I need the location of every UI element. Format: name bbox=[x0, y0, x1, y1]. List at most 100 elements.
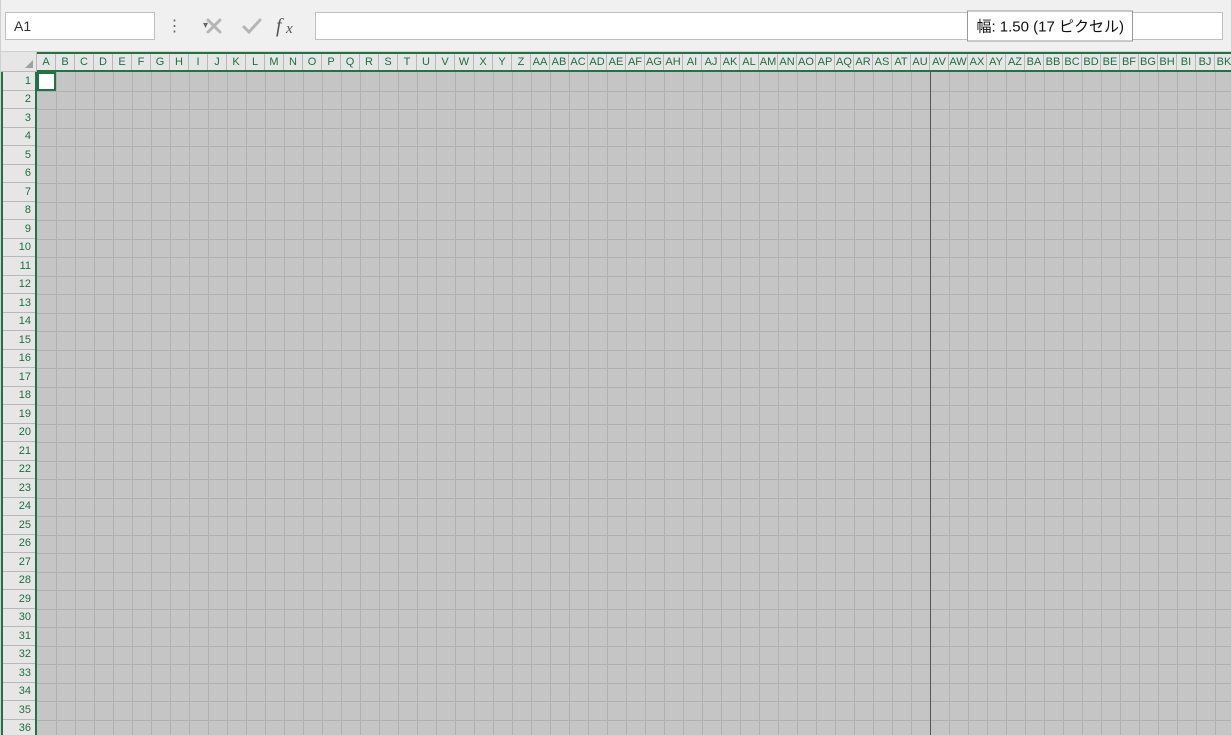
column-header[interactable]: P bbox=[322, 54, 341, 70]
row-header[interactable]: 33 bbox=[3, 664, 35, 683]
column-header[interactable]: I bbox=[189, 54, 208, 70]
column-header[interactable]: AO bbox=[797, 54, 816, 70]
column-header[interactable]: W bbox=[455, 54, 474, 70]
select-all-corner[interactable] bbox=[1, 52, 37, 72]
column-header[interactable]: T bbox=[398, 54, 417, 70]
row-header[interactable]: 5 bbox=[3, 146, 35, 165]
row-header[interactable]: 9 bbox=[3, 220, 35, 239]
row-header[interactable]: 22 bbox=[3, 461, 35, 480]
active-cell[interactable] bbox=[37, 72, 56, 91]
fx-icon[interactable]: f x bbox=[273, 12, 307, 40]
column-header[interactable]: AX bbox=[968, 54, 987, 70]
row-header[interactable]: 8 bbox=[3, 202, 35, 221]
column-header[interactable]: BJ bbox=[1196, 54, 1215, 70]
row-header[interactable]: 6 bbox=[3, 165, 35, 184]
column-header[interactable]: AD bbox=[588, 54, 607, 70]
column-header[interactable]: B bbox=[56, 54, 75, 70]
column-header[interactable]: E bbox=[113, 54, 132, 70]
column-header[interactable]: BG bbox=[1139, 54, 1158, 70]
column-header[interactable]: K bbox=[227, 54, 246, 70]
column-header[interactable]: AJ bbox=[702, 54, 721, 70]
row-header[interactable]: 20 bbox=[3, 424, 35, 443]
row-header[interactable]: 26 bbox=[3, 535, 35, 554]
column-header[interactable]: AA bbox=[531, 54, 550, 70]
column-header[interactable]: BC bbox=[1063, 54, 1082, 70]
row-header[interactable]: 16 bbox=[3, 350, 35, 369]
more-icon[interactable]: ⋮ bbox=[161, 12, 189, 40]
column-header[interactable]: A bbox=[37, 54, 56, 70]
row-header[interactable]: 2 bbox=[3, 91, 35, 110]
row-header[interactable]: 31 bbox=[3, 627, 35, 646]
column-header[interactable]: AY bbox=[987, 54, 1006, 70]
row-header[interactable]: 35 bbox=[3, 701, 35, 720]
row-header[interactable]: 18 bbox=[3, 387, 35, 406]
column-header[interactable]: AZ bbox=[1006, 54, 1025, 70]
column-header[interactable]: S bbox=[379, 54, 398, 70]
column-header[interactable]: AW bbox=[949, 54, 968, 70]
column-header[interactable]: BK bbox=[1215, 54, 1231, 70]
column-header[interactable]: V bbox=[436, 54, 455, 70]
row-header[interactable]: 19 bbox=[3, 405, 35, 424]
row-header[interactable]: 34 bbox=[3, 683, 35, 702]
row-header[interactable]: 28 bbox=[3, 572, 35, 591]
column-header[interactable]: AV bbox=[930, 54, 949, 70]
column-header[interactable]: AU bbox=[911, 54, 930, 70]
row-header[interactable]: 30 bbox=[3, 609, 35, 628]
row-header[interactable]: 27 bbox=[3, 553, 35, 572]
column-header[interactable]: L bbox=[246, 54, 265, 70]
column-header[interactable]: BD bbox=[1082, 54, 1101, 70]
row-header[interactable]: 13 bbox=[3, 294, 35, 313]
row-header[interactable]: 11 bbox=[3, 257, 35, 276]
row-header[interactable]: 25 bbox=[3, 516, 35, 535]
row-header[interactable]: 3 bbox=[3, 109, 35, 128]
cell-grid[interactable] bbox=[37, 72, 1231, 735]
row-header[interactable]: 23 bbox=[3, 479, 35, 498]
column-headers[interactable]: ABCDEFGHIJKLMNOPQRSTUVWXYZAAABACADAEAFAG… bbox=[37, 52, 1231, 72]
column-header[interactable]: X bbox=[474, 54, 493, 70]
column-header[interactable]: G bbox=[151, 54, 170, 70]
column-header[interactable]: AT bbox=[892, 54, 911, 70]
row-header[interactable]: 14 bbox=[3, 313, 35, 332]
column-header[interactable]: BB bbox=[1044, 54, 1063, 70]
column-header[interactable]: AI bbox=[683, 54, 702, 70]
column-header[interactable]: BA bbox=[1025, 54, 1044, 70]
column-header[interactable]: H bbox=[170, 54, 189, 70]
column-header[interactable]: AN bbox=[778, 54, 797, 70]
row-header[interactable]: 24 bbox=[3, 498, 35, 517]
row-header[interactable]: 10 bbox=[3, 239, 35, 258]
column-header[interactable]: BH bbox=[1158, 54, 1177, 70]
column-header[interactable]: M bbox=[265, 54, 284, 70]
column-header[interactable]: AM bbox=[759, 54, 778, 70]
column-header[interactable]: AL bbox=[740, 54, 759, 70]
column-header[interactable]: F bbox=[132, 54, 151, 70]
column-header[interactable]: Y bbox=[493, 54, 512, 70]
column-header[interactable]: N bbox=[284, 54, 303, 70]
column-header[interactable]: AH bbox=[664, 54, 683, 70]
column-header[interactable]: AB bbox=[550, 54, 569, 70]
row-header[interactable]: 36 bbox=[3, 720, 35, 736]
column-header[interactable]: C bbox=[75, 54, 94, 70]
row-header[interactable]: 4 bbox=[3, 128, 35, 147]
column-header[interactable]: BF bbox=[1120, 54, 1139, 70]
row-header[interactable]: 12 bbox=[3, 276, 35, 295]
row-header[interactable]: 29 bbox=[3, 590, 35, 609]
column-header[interactable]: AP bbox=[816, 54, 835, 70]
column-header[interactable]: D bbox=[94, 54, 113, 70]
row-header[interactable]: 15 bbox=[3, 331, 35, 350]
column-header[interactable]: AF bbox=[626, 54, 645, 70]
column-header[interactable]: AQ bbox=[835, 54, 854, 70]
spreadsheet-grid[interactable]: ABCDEFGHIJKLMNOPQRSTUVWXYZAAABACADAEAFAG… bbox=[1, 52, 1231, 735]
row-header[interactable]: 1 bbox=[3, 72, 35, 91]
column-header[interactable]: J bbox=[208, 54, 227, 70]
row-header[interactable]: 32 bbox=[3, 646, 35, 665]
column-header[interactable]: R bbox=[360, 54, 379, 70]
row-header[interactable]: 21 bbox=[3, 442, 35, 461]
column-header[interactable]: U bbox=[417, 54, 436, 70]
column-header[interactable]: O bbox=[303, 54, 322, 70]
column-header[interactable]: AG bbox=[645, 54, 664, 70]
column-header[interactable]: AR bbox=[854, 54, 873, 70]
column-header[interactable]: AE bbox=[607, 54, 626, 70]
row-header[interactable]: 7 bbox=[3, 183, 35, 202]
column-header[interactable]: BE bbox=[1101, 54, 1120, 70]
column-header[interactable]: AC bbox=[569, 54, 588, 70]
